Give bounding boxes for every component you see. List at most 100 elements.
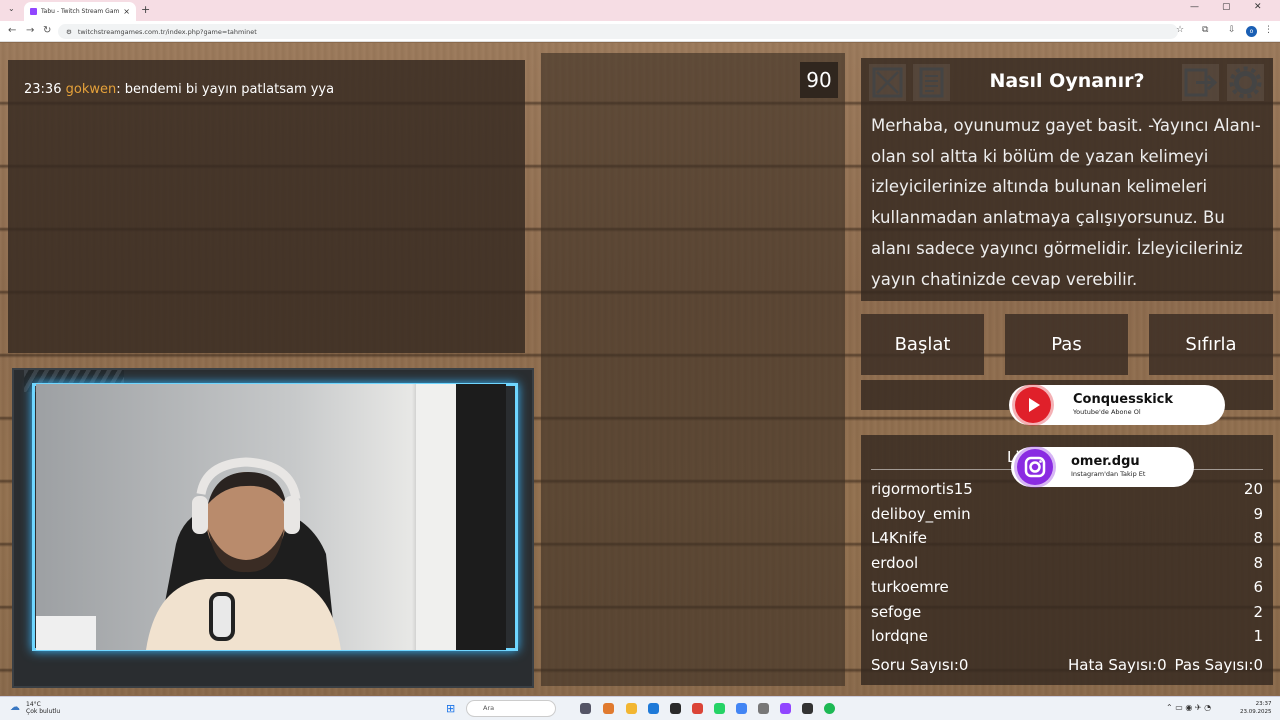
score-row: lordqne 1 <box>871 627 1263 645</box>
player-name: rigormortis15 <box>871 480 973 498</box>
store-icon[interactable] <box>670 703 681 714</box>
file-explorer-icon[interactable] <box>626 703 637 714</box>
player-score: 6 <box>1253 578 1263 596</box>
how-to-play-panel: Nasıl Oynanır? Merhaba, oyunumuz gayet b… <box>861 58 1273 301</box>
extensions-icon[interactable]: ⧉ <box>1202 25 1208 35</box>
obs-icon[interactable] <box>802 703 813 714</box>
profile-avatar[interactable]: o <box>1246 26 1257 37</box>
taskbar-search[interactable]: Ara <box>466 700 556 717</box>
player-score: 1 <box>1253 627 1263 645</box>
youtube-icon <box>1015 387 1051 423</box>
youtube-subscribe-text: Youtube'de Abone Ol <box>1073 408 1141 416</box>
chrome-active-icon[interactable] <box>736 703 747 714</box>
weather-temp: 14°C <box>26 701 41 708</box>
maximize-icon[interactable]: ▢ <box>1222 2 1231 12</box>
player-score: 8 <box>1253 553 1263 572</box>
system-tray-icon[interactable]: ⌃ ▭ ◉ ✈ ◔ <box>1166 703 1211 712</box>
url-text: twitchstreamgames.com.tr/index.php?game=… <box>77 27 257 36</box>
player-score: 20 <box>1243 480 1263 498</box>
menu-icon[interactable]: ⋮ <box>1264 25 1273 35</box>
instagram-follow-text: Instagram'dan Takip Et <box>1071 470 1146 478</box>
webcam-overlay-frame <box>12 368 534 688</box>
start-icon[interactable]: ⊞ <box>446 702 455 715</box>
chat-time: 23:36 <box>24 82 62 97</box>
start-button[interactable]: Başlat <box>861 314 984 375</box>
weather-icon: ☁ <box>10 702 20 713</box>
player-name: turkoemre <box>871 578 949 596</box>
chat-text: : bendemi bi yayın patlatsam yya <box>116 82 335 97</box>
player-name: sefoge <box>871 602 922 621</box>
weather-widget[interactable]: 14°C Çok bulutlu <box>26 701 60 715</box>
pass-button[interactable]: Pas <box>1005 314 1128 375</box>
close-tab-icon[interactable]: × <box>123 7 130 16</box>
back-icon[interactable]: ← <box>8 25 16 36</box>
reset-button[interactable]: Sıfırla <box>1149 314 1273 375</box>
whatsapp-icon[interactable] <box>714 703 725 714</box>
edge-icon[interactable] <box>648 703 659 714</box>
bookmark-star-icon[interactable]: ☆ <box>1176 25 1184 35</box>
tab-title: Tabu - Twitch Stream Games <box>41 8 120 15</box>
settings-button[interactable] <box>1227 64 1264 101</box>
player-score: 2 <box>1253 602 1263 621</box>
score-row: erdool 8 <box>871 554 1263 572</box>
chat-message: 23:36 gokwen: bendemi bi yayın patlatsam… <box>24 82 334 97</box>
search-placeholder: Ara <box>483 704 495 712</box>
windows-taskbar: ☁ 14°C Çok bulutlu ⊞ Ara ⌃ ▭ ◉ ✈ ◔ 23:37… <box>0 696 1280 720</box>
instagram-icon <box>1017 449 1053 485</box>
system-clock[interactable]: 23:37 23.09.2025 <box>1240 700 1272 716</box>
logout-button[interactable] <box>1182 64 1219 101</box>
how-to-play-title: Nasıl Oynanır? <box>989 70 1145 92</box>
player-score: 8 <box>1253 529 1263 547</box>
browser-tab[interactable]: Tabu - Twitch Stream Games × <box>24 2 136 21</box>
score-row: L4Knife 8 <box>871 529 1263 547</box>
how-to-play-text: Merhaba, oyunumuz gayet basit. -Yayıncı … <box>871 116 1261 289</box>
chrome-icon[interactable] <box>692 703 703 714</box>
weather-desc: Çok bulutlu <box>26 708 61 715</box>
youtube-badge: Conquesskick Youtube'de Abone Ol <box>1009 385 1225 425</box>
chat-panel: 23:36 gokwen: bendemi bi yayın patlatsam… <box>8 60 525 353</box>
fullscreen-icon <box>872 67 903 98</box>
address-bar[interactable]: ⚙ twitchstreamgames.com.tr/index.php?gam… <box>58 24 1178 39</box>
game-page: 23:36 gokwen: bendemi bi yayın patlatsam… <box>0 43 1280 695</box>
score-row: deliboy_emin 9 <box>871 505 1263 523</box>
countdown-timer: 90 <box>800 62 838 98</box>
reload-icon[interactable]: ↻ <box>43 25 51 36</box>
center-panel <box>541 53 845 686</box>
browser-toolbar: ← → ↻ ⚙ twitchstreamgames.com.tr/index.p… <box>0 21 1280 42</box>
youtube-channel-name: Conquesskick <box>1073 392 1174 407</box>
webcam-feed <box>36 384 506 650</box>
rules-button[interactable] <box>913 64 950 101</box>
chat-username: gokwen <box>65 82 117 97</box>
question-count: Soru Sayısı:0 <box>871 656 969 674</box>
instagram-badge: omer.dgu Instagram'dan Takip Et <box>1011 447 1194 487</box>
twitch-favicon-icon <box>30 8 37 15</box>
site-info-icon[interactable]: ⚙ <box>66 28 72 36</box>
browser-tab-bar: ⌄ Tabu - Twitch Stream Games × + — ▢ ✕ <box>0 0 1280 21</box>
discord-icon[interactable] <box>780 703 791 714</box>
logout-icon <box>1184 68 1218 97</box>
fullscreen-button[interactable] <box>869 64 906 101</box>
player-name: lordqne <box>871 627 929 645</box>
downloads-icon[interactable]: ⇩ <box>1228 25 1236 35</box>
document-icon <box>919 67 944 98</box>
instagram-handle: omer.dgu <box>1071 454 1140 469</box>
player-name: erdool <box>871 553 919 572</box>
copilot-icon[interactable] <box>603 703 614 714</box>
player-name: deliboy_emin <box>871 504 971 523</box>
spotify-icon[interactable] <box>824 703 835 714</box>
forward-icon[interactable]: → <box>26 25 34 36</box>
task-view-icon[interactable] <box>580 703 591 714</box>
app-icon[interactable] <box>758 703 769 714</box>
player-score: 9 <box>1253 504 1263 523</box>
tab-search-icon[interactable]: ⌄ <box>8 4 15 13</box>
new-tab-button[interactable]: + <box>141 3 150 16</box>
streamer-image <box>36 384 506 650</box>
minimize-icon[interactable]: — <box>1190 2 1199 12</box>
player-name: L4Knife <box>871 529 927 547</box>
score-row: turkoemre 6 <box>871 578 1263 596</box>
error-count: Hata Sayısı:0 <box>1068 656 1167 674</box>
clock-time: 23:37 <box>1255 701 1272 707</box>
close-window-icon[interactable]: ✕ <box>1254 2 1262 12</box>
score-row: sefoge 2 <box>871 603 1263 621</box>
pass-count: Pas Sayısı:0 <box>1174 656 1263 674</box>
